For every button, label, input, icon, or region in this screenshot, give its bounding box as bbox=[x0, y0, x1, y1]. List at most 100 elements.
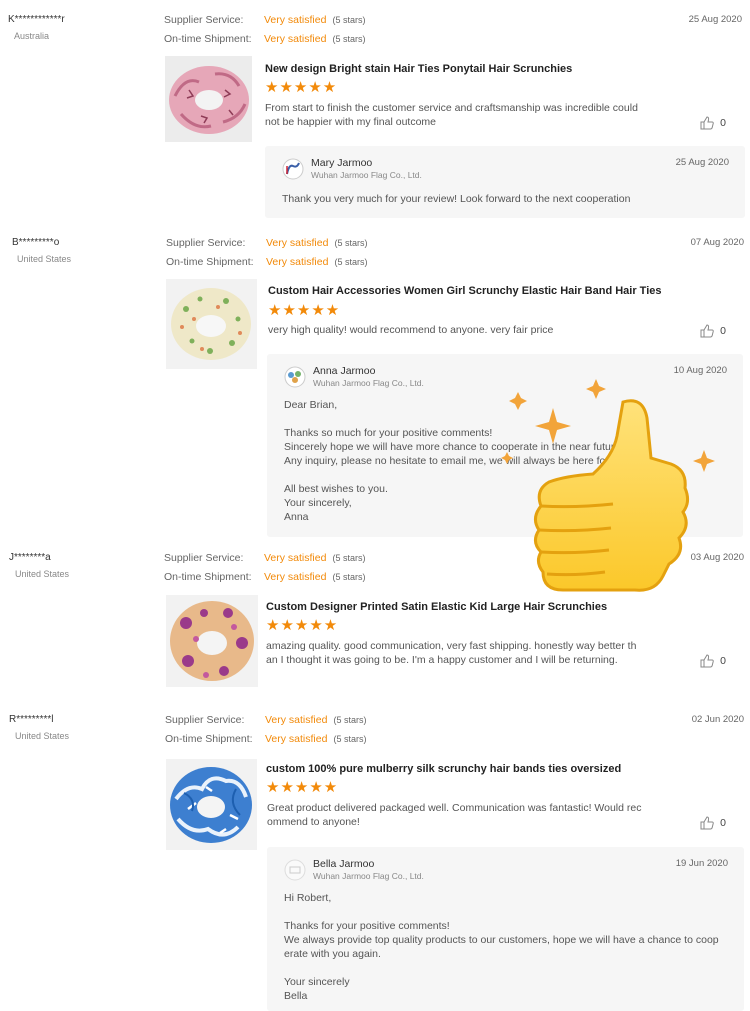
reply-text-line bbox=[284, 961, 730, 975]
reviewer-country: United States bbox=[15, 731, 70, 741]
supplier-service-stars: (5 stars) bbox=[332, 15, 366, 25]
supplier-service-stars: (5 stars) bbox=[332, 553, 366, 563]
like-button[interactable]: 0 bbox=[700, 654, 726, 668]
ontime-shipment-value: Very satisfied bbox=[265, 733, 328, 745]
star-rating: ★★★★★ bbox=[266, 617, 339, 634]
review-text: From start to finish the customer servic… bbox=[265, 101, 638, 129]
review-text-line: an I thought it was going to be. I'm a h… bbox=[266, 654, 618, 666]
review-text-line: Great product delivered packaged well. C… bbox=[267, 802, 642, 814]
like-count: 0 bbox=[720, 817, 726, 829]
reply-date: 10 Aug 2020 bbox=[673, 365, 727, 376]
supplier-service-value: Very satisfied bbox=[266, 237, 329, 249]
like-button[interactable]: 0 bbox=[700, 816, 726, 830]
reply-text-line: Thank you very much for your review! Loo… bbox=[282, 193, 631, 205]
reviewer-name: B*********o bbox=[12, 237, 60, 248]
supplier-reply: Bella Jarmoo Wuhan Jarmoo Flag Co., Ltd.… bbox=[267, 847, 744, 1011]
reviewer-name: J********a bbox=[9, 552, 51, 563]
reviewer-country: United States bbox=[15, 569, 70, 579]
ontime-shipment-label: On-time Shipment: bbox=[164, 571, 252, 583]
ontime-shipment-stars: (5 stars) bbox=[332, 34, 366, 44]
reply-text: Hi Robert, Thanks for your positive comm… bbox=[284, 891, 730, 1003]
reply-text-line: Your sincerely bbox=[284, 976, 350, 988]
supplier-avatar bbox=[284, 859, 306, 881]
like-button[interactable]: 0 bbox=[700, 324, 726, 338]
ontime-shipment-value: Very satisfied bbox=[264, 571, 327, 583]
product-title[interactable]: New design Bright stain Hair Ties Ponyta… bbox=[265, 63, 572, 75]
review-card: B*********o United States Supplier Servi… bbox=[0, 230, 750, 545]
review-text-line: not be happier with my final outcome bbox=[265, 116, 437, 128]
supplier-service-stars: (5 stars) bbox=[334, 238, 368, 248]
reply-text-line: We always provide top quality products t… bbox=[284, 934, 719, 946]
ontime-shipment-rating: On-time Shipment: Very satisfied (5 stars) bbox=[166, 256, 367, 268]
ontime-shipment-rating: On-time Shipment: Very satisfied (5 stars) bbox=[164, 571, 365, 583]
supplier-reply: Anna Jarmoo Wuhan Jarmoo Flag Co., Ltd. … bbox=[267, 354, 743, 537]
reply-text-line: Thanks for your positive comments! bbox=[284, 920, 450, 932]
ontime-shipment-value: Very satisfied bbox=[266, 256, 329, 268]
reply-author-name: Mary Jarmoo bbox=[311, 157, 373, 169]
reply-date: 25 Aug 2020 bbox=[675, 157, 729, 168]
reviewer-name: R*********l bbox=[9, 714, 54, 725]
review-card: J********a United States Supplier Servic… bbox=[0, 545, 750, 707]
review-text: amazing quality. good communication, ver… bbox=[266, 639, 636, 667]
supplier-service-label: Supplier Service: bbox=[164, 552, 244, 564]
product-thumbnail[interactable] bbox=[166, 279, 257, 369]
supplier-service-value: Very satisfied bbox=[264, 14, 327, 26]
reply-company: Wuhan Jarmoo Flag Co., Ltd. bbox=[311, 170, 422, 180]
reply-text-line: Any inquiry, please no hesitate to email… bbox=[284, 455, 635, 467]
review-text-line: From start to finish the customer servic… bbox=[265, 102, 638, 114]
ontime-shipment-stars: (5 stars) bbox=[332, 572, 366, 582]
ontime-shipment-value: Very satisfied bbox=[264, 33, 327, 45]
supplier-service-value: Very satisfied bbox=[264, 552, 327, 564]
supplier-reply: Mary Jarmoo Wuhan Jarmoo Flag Co., Ltd. … bbox=[265, 146, 745, 218]
reviewer-name: K************r bbox=[8, 14, 65, 25]
thumbs-up-icon bbox=[700, 324, 714, 338]
star-rating: ★★★★★ bbox=[265, 79, 338, 96]
supplier-service-stars: (5 stars) bbox=[333, 715, 367, 725]
supplier-service-rating: Supplier Service: Very satisfied (5 stars) bbox=[165, 714, 366, 726]
supplier-avatar bbox=[282, 158, 304, 180]
reply-text-line: erate with you again. bbox=[284, 948, 381, 960]
reply-text-line bbox=[284, 468, 729, 482]
star-rating: ★★★★★ bbox=[268, 302, 341, 319]
like-button[interactable]: 0 bbox=[700, 116, 726, 130]
supplier-service-value: Very satisfied bbox=[265, 714, 328, 726]
product-thumbnail[interactable] bbox=[166, 759, 257, 850]
ontime-shipment-stars: (5 stars) bbox=[334, 257, 368, 267]
review-text: very high quality! would recommend to an… bbox=[268, 323, 553, 337]
product-title[interactable]: custom 100% pure mulberry silk scrunchy … bbox=[266, 763, 621, 775]
ontime-shipment-label: On-time Shipment: bbox=[165, 733, 253, 745]
reply-text: Dear Brian, Thanks so much for your posi… bbox=[284, 398, 729, 524]
ontime-shipment-rating: On-time Shipment: Very satisfied (5 stars) bbox=[164, 33, 365, 45]
supplier-service-rating: Supplier Service: Very satisfied (5 stars) bbox=[164, 14, 365, 26]
reply-author-name: Bella Jarmoo bbox=[313, 858, 375, 870]
supplier-service-rating: Supplier Service: Very satisfied (5 stars) bbox=[164, 552, 365, 564]
supplier-service-label: Supplier Service: bbox=[166, 237, 246, 249]
ontime-shipment-rating: On-time Shipment: Very satisfied (5 stars) bbox=[165, 733, 366, 745]
ontime-shipment-label: On-time Shipment: bbox=[164, 33, 252, 45]
review-text: Great product delivered packaged well. C… bbox=[267, 801, 642, 829]
reviewer-country: United States bbox=[17, 254, 72, 264]
review-text-line: very high quality! would recommend to an… bbox=[268, 324, 554, 336]
product-thumbnail[interactable] bbox=[166, 595, 258, 687]
reply-text-line bbox=[284, 905, 730, 919]
like-count: 0 bbox=[720, 325, 726, 337]
reply-text-line: Bella bbox=[284, 990, 308, 1002]
thumbs-up-icon bbox=[700, 654, 714, 668]
ontime-shipment-label: On-time Shipment: bbox=[166, 256, 254, 268]
reply-text-line: Thanks so much for your positive comment… bbox=[284, 427, 493, 439]
reply-text-line: Anna bbox=[284, 511, 309, 523]
product-title[interactable]: Custom Designer Printed Satin Elastic Ki… bbox=[266, 601, 607, 613]
reply-date: 19 Jun 2020 bbox=[675, 858, 728, 869]
product-title[interactable]: Custom Hair Accessories Women Girl Scrun… bbox=[268, 285, 662, 297]
review-text-line: amazing quality. good communication, ver… bbox=[266, 640, 637, 652]
thumbs-up-icon bbox=[700, 116, 714, 130]
review-date: 25 Aug 2020 bbox=[688, 14, 742, 25]
reply-company: Wuhan Jarmoo Flag Co., Ltd. bbox=[313, 871, 424, 881]
reply-author-name: Anna Jarmoo bbox=[313, 365, 376, 377]
product-thumbnail[interactable] bbox=[165, 56, 252, 142]
reply-text-line bbox=[284, 412, 729, 426]
reviewer-country: Australia bbox=[14, 31, 50, 41]
reply-text-line: Your sincerely, bbox=[284, 497, 352, 509]
review-card: R*********l United States Supplier Servi… bbox=[0, 707, 750, 1011]
supplier-service-label: Supplier Service: bbox=[164, 14, 244, 26]
